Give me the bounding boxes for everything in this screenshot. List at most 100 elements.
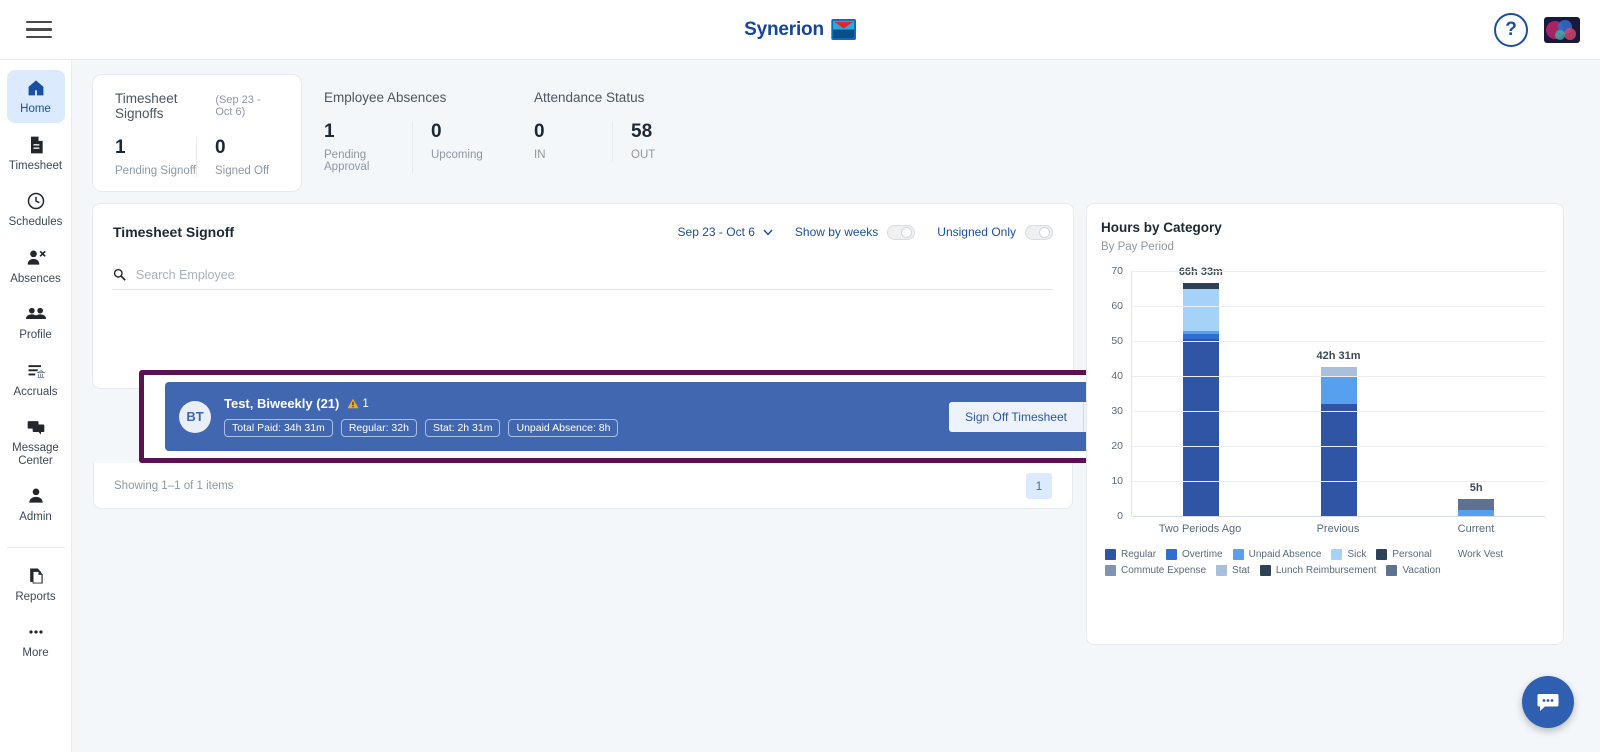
sidebar-item-message-center[interactable]: Message Center [7, 409, 65, 474]
top-bar: Synerion ? [0, 0, 1600, 60]
sidebar: Home Timesheet Schedules Absences Profil… [0, 60, 72, 752]
legend-label: Sick [1347, 549, 1367, 560]
legend-swatch [1216, 565, 1228, 576]
chart-bar-segment[interactable] [1182, 339, 1219, 516]
sidebar-item-label: Timesheet [8, 159, 63, 172]
sidebar-item-label: Schedules [8, 216, 63, 228]
employee-signoff-row[interactable]: BT Test, Biweekly (21) 1 Total Paid: 34h… [165, 382, 1127, 451]
legend-label: Unpaid Absence [1248, 549, 1322, 560]
sidebar-item-reports[interactable]: Reports [7, 558, 65, 611]
chart-y-axis: 0 10 20 30 40 50 60 70 [1101, 265, 1127, 522]
legend-item[interactable]: Lunch Reimbursement [1259, 565, 1376, 576]
unsigned-only-control[interactable]: Unsigned Only [937, 224, 1053, 240]
legend-item[interactable]: Work Vest [1442, 549, 1503, 560]
chart-x-axis: Two Periods Ago Previous Current [1131, 523, 1545, 535]
document-icon [30, 136, 43, 153]
chip-unpaid-absence: Unpaid Absence: 8h [508, 419, 619, 437]
clock-icon [27, 192, 44, 210]
stat-label: Pending Approval [324, 149, 370, 173]
legend-item[interactable]: Sick [1331, 549, 1366, 560]
stat-label: IN [534, 149, 546, 161]
chat-support-fab[interactable] [1522, 676, 1574, 728]
home-icon [28, 80, 43, 96]
chart-bar-segment[interactable] [1458, 498, 1495, 511]
chart-bar-column[interactable]: 42h 31m [1270, 271, 1408, 516]
person-icon [28, 488, 43, 503]
legend-item[interactable]: Unpaid Absence [1232, 549, 1322, 560]
chart-bar-column[interactable]: 66h 33m [1132, 266, 1270, 516]
warning-badge[interactable]: 1 [347, 398, 369, 410]
sign-off-timesheet-button[interactable]: Sign Off Timesheet [949, 401, 1083, 432]
sidebar-item-label: Home [20, 103, 51, 115]
hamburger-menu-icon[interactable] [22, 13, 56, 47]
stat-card-timesheet-signoffs: Timesheet Signoffs (Sep 23 - Oct 6) 1 Pe… [92, 74, 302, 192]
help-icon[interactable]: ? [1494, 12, 1528, 47]
legend-label: Personal [1392, 549, 1432, 560]
stat-value: 0 [215, 137, 226, 158]
chart-bar-value-label: 5h [1469, 481, 1483, 494]
chart-grid: 66h 33m 42h 31m 5h [1131, 266, 1545, 517]
sidebar-item-label: Accruals [13, 385, 58, 398]
showing-items-text: Showing 1–1 of 1 items [114, 479, 234, 492]
sidebar-item-admin[interactable]: Admin [7, 478, 65, 531]
sidebar-item-home[interactable]: Home [6, 70, 65, 123]
legend-item[interactable]: Stat [1216, 565, 1250, 576]
legend-item[interactable]: Vacation [1386, 565, 1441, 576]
chart-bar-value-label: 66h 33m [1178, 266, 1223, 279]
legend-swatch [1259, 565, 1271, 576]
stat-date-range: (Sep 23 - Oct 6) [215, 94, 261, 118]
employee-name: Test, Biweekly (21) [224, 396, 340, 411]
sidebar-item-schedules[interactable]: Schedules [7, 183, 65, 236]
sidebar-item-more[interactable]: More [7, 614, 65, 667]
unsigned-only-toggle[interactable] [1025, 224, 1053, 240]
top-bar-right: ? [1494, 12, 1580, 47]
search-input[interactable] [136, 267, 982, 282]
legend-swatch [1442, 549, 1453, 560]
search-employee-box[interactable] [113, 260, 1053, 290]
chart-bar-segment[interactable] [1320, 404, 1357, 516]
legend-label: Regular [1121, 549, 1157, 560]
chart-bar-column[interactable]: 5h [1407, 271, 1545, 516]
sidebar-divider [6, 546, 65, 548]
x-axis-tick-label: Two Periods Ago [1158, 523, 1242, 535]
y-axis-tick: 60 [1111, 300, 1123, 312]
chat-bubble-icon [1537, 694, 1559, 711]
chart-bar-segment[interactable] [1320, 376, 1357, 404]
pagination-page-1[interactable]: 1 [1026, 472, 1052, 499]
stat-value: 58 [631, 121, 653, 142]
legend-item[interactable]: Overtime [1166, 549, 1223, 560]
show-by-weeks-toggle[interactable] [887, 224, 916, 240]
legend-swatch [1105, 565, 1116, 576]
legend-item[interactable]: Regular [1105, 549, 1156, 560]
date-range-selector[interactable]: Sep 23 - Oct 6 [678, 225, 773, 239]
chart-stacked-bar[interactable] [1458, 498, 1495, 516]
sidebar-item-label: Absences [10, 272, 61, 285]
chart-plot-area: 0 10 20 30 40 50 60 70 66h 33m 42h 31m 5h [1101, 265, 1549, 522]
unsigned-only-label: Unsigned Only [937, 225, 1016, 239]
main-content: Timesheet Signoffs (Sep 23 - Oct 6) 1 Pe… [72, 60, 1600, 752]
sidebar-item-absences[interactable]: Absences [7, 240, 65, 293]
y-axis-tick: 50 [1111, 335, 1123, 347]
chart-bar-segment[interactable] [1320, 367, 1357, 376]
avatar-initials: BT [179, 400, 211, 433]
gridline [1132, 341, 1545, 342]
legend-item[interactable]: Personal [1376, 549, 1432, 560]
sidebar-item-label: Message Center [12, 442, 59, 467]
chart-subtitle: By Pay Period [1101, 241, 1174, 253]
x-axis-tick-label: Previous [1316, 523, 1360, 535]
chart-bar-segment[interactable] [1182, 288, 1219, 331]
y-axis-tick: 40 [1111, 370, 1123, 382]
search-icon [113, 268, 126, 281]
sidebar-item-label: Reports [15, 590, 56, 603]
avatar[interactable] [1544, 16, 1580, 43]
brand-logo: Synerion [744, 19, 856, 41]
sidebar-item-profile[interactable]: Profile [7, 296, 65, 349]
sidebar-item-timesheet[interactable]: Timesheet [7, 127, 65, 180]
legend-item[interactable]: Commute Expense [1105, 565, 1206, 576]
sidebar-item-accruals[interactable]: Accruals [7, 353, 65, 406]
stat-value: 1 [115, 137, 126, 158]
warning-triangle-icon [347, 398, 359, 409]
panel-toolbar: Sep 23 - Oct 6 Show by weeks Unsigned On… [678, 224, 1053, 240]
chart-stacked-bar[interactable] [1320, 367, 1357, 516]
show-by-weeks-control[interactable]: Show by weeks [795, 224, 916, 240]
